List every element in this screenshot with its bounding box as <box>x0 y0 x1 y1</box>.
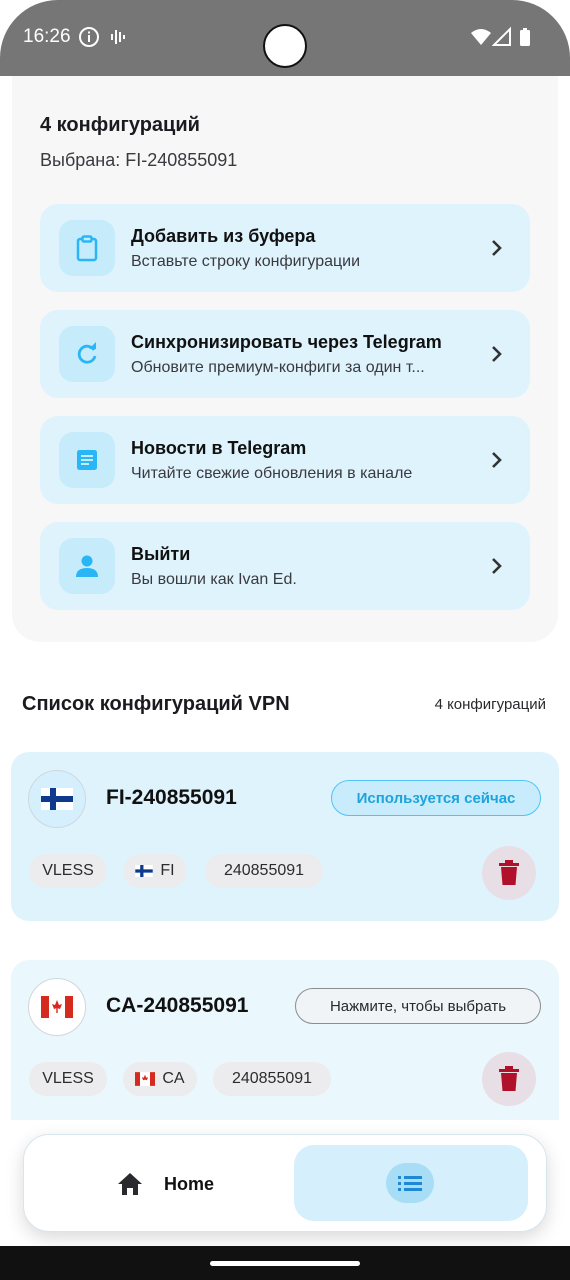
sound-wave-icon <box>111 30 125 44</box>
wifi-icon <box>471 29 491 45</box>
camera-cutout <box>263 24 307 68</box>
trash-icon <box>499 860 519 885</box>
chevron-right-icon <box>492 558 502 574</box>
add-from-clipboard-button[interactable]: Добавить из буфера Вставьте строку конфи… <box>40 204 530 292</box>
action-title: Добавить из буфера <box>131 226 316 246</box>
delete-button[interactable] <box>482 1052 536 1106</box>
person-icon <box>59 538 115 594</box>
country-chip: CA <box>123 1062 197 1096</box>
vpn-list-count: 4 конфигураций <box>434 696 546 713</box>
summary-card: 4 конфигураций Выбрана: FI-240855091 Доб… <box>12 76 558 642</box>
finland-flag-icon <box>135 865 154 877</box>
nav-list-tab[interactable] <box>294 1145 528 1221</box>
logout-button[interactable]: Выйти Вы вошли как Ivan Ed. <box>40 522 530 610</box>
nav-home-label: Home <box>164 1173 215 1194</box>
selected-config: Выбрана: FI-240855091 <box>40 150 238 170</box>
action-subtitle: Обновите премиум-конфиги за один т... <box>131 359 425 376</box>
finland-flag-icon <box>28 770 86 828</box>
vpn-list-title: Список конфигураций VPN <box>22 693 290 715</box>
config-name: FI-240855091 <box>106 786 237 809</box>
in-use-badge: Используется сейчас <box>331 780 541 816</box>
id-chip: 240855091 <box>205 854 323 888</box>
action-subtitle: Читайте свежие обновления в канале <box>131 465 413 482</box>
refresh-icon <box>59 326 115 382</box>
chevron-right-icon <box>492 240 502 256</box>
action-subtitle: Вы вошли как Ivan Ed. <box>131 571 297 588</box>
chevron-right-icon <box>492 346 502 362</box>
protocol-chip: VLESS <box>29 854 107 888</box>
list-icon <box>386 1163 434 1203</box>
action-title: Новости в Telegram <box>131 438 307 458</box>
action-subtitle: Вставьте строку конфигурации <box>131 253 361 270</box>
chevron-right-icon <box>492 452 502 468</box>
action-title: Синхронизировать через Telegram <box>131 332 442 352</box>
canada-flag-icon <box>135 1072 156 1086</box>
trash-icon <box>499 1066 519 1091</box>
article-icon <box>59 432 115 488</box>
gesture-bar <box>0 1246 570 1280</box>
country-code: FI <box>160 862 175 879</box>
clipboard-icon <box>59 220 115 276</box>
country-code: CA <box>162 1070 185 1087</box>
config-card-fi[interactable]: FI-240855091 Используется сейчас VLESS F… <box>11 752 559 921</box>
canada-flag-icon <box>28 978 86 1036</box>
info-icon <box>79 27 99 47</box>
id-chip: 240855091 <box>213 1062 331 1096</box>
signal-icon <box>492 26 511 46</box>
country-chip: FI <box>123 854 187 888</box>
home-icon <box>118 1173 142 1195</box>
protocol-chip: VLESS <box>29 1062 107 1096</box>
select-config-button[interactable]: Нажмите, чтобы выбрать <box>295 988 541 1024</box>
action-title: Выйти <box>131 544 191 564</box>
home-gesture-handle[interactable] <box>210 1261 360 1266</box>
status-time: 16:26 <box>23 26 71 47</box>
status-bar: 16:26 <box>0 0 570 76</box>
config-name: CA-240855091 <box>106 994 249 1017</box>
battery-icon <box>520 28 530 46</box>
config-card-ca[interactable]: CA-240855091 Нажмите, чтобы выбрать VLES… <box>11 960 559 1120</box>
telegram-news-button[interactable]: Новости в Telegram Читайте свежие обновл… <box>40 416 530 504</box>
delete-button[interactable] <box>482 846 536 900</box>
nav-home-tab[interactable]: Home <box>116 1171 214 1197</box>
bottom-navigation: Home <box>23 1134 547 1232</box>
config-count-title: 4 конфигураций <box>40 114 200 136</box>
sync-telegram-button[interactable]: Синхронизировать через Telegram Обновите… <box>40 310 530 398</box>
